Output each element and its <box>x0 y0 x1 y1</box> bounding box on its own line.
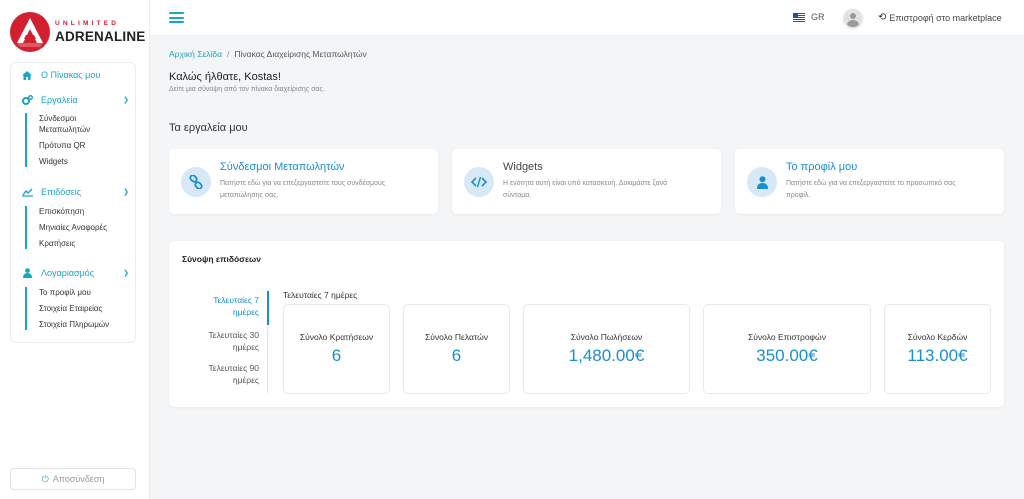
performance-summary-panel: Σύνοψη επιδόσεων Τελευταίες 7 ημέρες Τελ… <box>169 241 1004 407</box>
menu-toggle-icon[interactable] <box>169 12 184 23</box>
profile-icon <box>747 167 777 197</box>
stat-card-refunds: Σύνολο Επιστροφών 350.00€ <box>703 304 871 394</box>
user-icon <box>21 268 33 278</box>
stat-label: Σύνολο Πελατών <box>424 332 488 342</box>
stat-label: Σύνολο Κερδών <box>907 332 968 342</box>
stat-value: 1,480.00€ <box>568 346 645 365</box>
language-selector[interactable]: GR <box>793 12 825 22</box>
tool-card-title: Σύνδεσμοι Μεταπωλητών <box>220 161 345 173</box>
selected-period-label: Τελευταίες 7 ημέρες <box>283 290 358 300</box>
tool-card-description: Πατήστε εδώ για να επεξεργαστείτε τους σ… <box>220 180 386 199</box>
sidebar-item-my-profile[interactable]: Το προφίλ μου <box>39 287 109 298</box>
sidebar-section-performance-label: Επιδόσεις <box>41 187 82 197</box>
back-to-marketplace-label: Επιστροφή στο marketplace <box>889 12 1002 23</box>
sidebar-section-account-label: Λογαριασμός <box>41 268 95 278</box>
stat-card-customers: Σύνολο Πελατών 6 <box>403 304 510 394</box>
sidebar: UNLIMITED ADRENALINE Ο Πίνακας μου Εργαλ… <box>0 0 150 499</box>
stat-label: Σύνολο Πωλήσεων <box>570 332 643 342</box>
brand-bottom-text: ADRENALINE <box>55 29 146 44</box>
sidebar-item-home[interactable]: Ο Πίνακας μου <box>21 70 129 80</box>
sidebar-group-performance: Επισκόπηση Μηνιαίες Αναφορές Κρατήσεις <box>25 206 107 249</box>
page-subtitle: Δείτε μια σύνοψη από τον πίνακα διαχείρι… <box>169 86 325 93</box>
sidebar-item-bookings[interactable]: Κρατήσεις <box>39 238 107 249</box>
tool-card-title: Το προφίλ μου <box>786 161 858 173</box>
sidebar-item-company-details[interactable]: Στοιχεία Εταιρείας <box>39 303 109 314</box>
stat-label: Σύνολο Επιστροφών <box>748 332 826 342</box>
period-tab-7-days[interactable]: Τελευταίες 7 ημέρες <box>189 294 259 318</box>
stat-card-sales: Σύνολο Πωλήσεων 1,480.00€ <box>523 304 690 394</box>
summary-title: Σύνοψη επιδόσεων <box>182 254 261 264</box>
breadcrumb: Αρχική Σελίδα / Πίνακας Διαχείρισης Μεταπω… <box>169 49 367 59</box>
stat-card-profits: Σύνολο Κερδών 113.00€ <box>884 304 991 394</box>
sidebar-group-account: Το προφίλ μου Στοιχεία Εταιρείας Στοιχεί… <box>25 287 109 330</box>
stat-value: 113.00€ <box>907 346 968 365</box>
chart-icon <box>21 187 33 197</box>
brand-top-text: UNLIMITED <box>55 19 120 27</box>
cogs-icon <box>21 95 33 105</box>
sidebar-item-payment-details[interactable]: Στοιχεία Πληρωμών <box>39 319 109 330</box>
chevron-down-icon: ❯ <box>123 189 129 196</box>
logout-button[interactable]: ⏻ Αποσύνδεση <box>10 468 136 490</box>
link-icon <box>181 167 211 197</box>
sidebar-item-reseller-links[interactable]: Σύνδεσμοι Μεταπωλητών <box>39 113 99 135</box>
selected-period-indicator <box>267 291 269 325</box>
stat-value: 6 <box>331 346 342 365</box>
tool-card-widgets[interactable]: Widgets Η ενότητα αυτή είναι υπό κατασκε… <box>452 149 721 214</box>
home-icon <box>21 70 33 80</box>
sidebar-section-account[interactable]: Λογαριασμός ❯ <box>21 268 129 278</box>
sidebar-menu: Ο Πίνακας μου Εργαλεία ❯ Σύνδεσμοι Μεταπ… <box>10 62 136 343</box>
avatar[interactable] <box>844 9 862 27</box>
power-icon: ⏻ <box>41 473 49 484</box>
page-title: Καλώς ήλθατε, Kostas! <box>169 71 281 83</box>
topbar: GR ⟲ Επιστροφή στο marketplace <box>150 0 1024 36</box>
sidebar-group-tools: Σύνδεσμοι Μεταπωλητών Πρότυπα QR Widgets <box>25 113 99 167</box>
stat-value: 6 <box>451 346 462 365</box>
period-divider <box>267 325 268 393</box>
stat-value: 350.00€ <box>756 346 818 365</box>
logout-label: Αποσύνδεση <box>52 474 105 484</box>
sidebar-section-tools-label: Εργαλεία <box>41 95 78 105</box>
tool-card-description: Η ενότητα αυτή είναι υπό κατασκευή. Δοκι… <box>503 180 668 199</box>
breadcrumb-home-link[interactable]: Αρχική Σελίδα <box>169 49 222 59</box>
tool-card-reseller-links[interactable]: Σύνδεσμοι Μεταπωλητών Πατήστε εδώ για να… <box>169 149 438 214</box>
chevron-down-icon: ❯ <box>123 270 129 277</box>
back-to-marketplace-link[interactable]: ⟲ Επιστροφή στο marketplace <box>878 12 1002 23</box>
brand-mark-icon <box>10 12 50 52</box>
tool-card-title: Widgets <box>503 161 543 173</box>
sidebar-item-qr-templates[interactable]: Πρότυπα QR <box>39 140 99 151</box>
period-tab-90-days[interactable]: Τελευταίες 90 ημέρες <box>189 362 259 386</box>
language-label: GR <box>811 12 825 22</box>
sidebar-section-tools[interactable]: Εργαλεία ❯ <box>21 95 129 105</box>
sidebar-item-overview[interactable]: Επισκόπηση <box>39 206 107 217</box>
sidebar-section-performance[interactable]: Επιδόσεις ❯ <box>21 187 129 197</box>
tool-card-profile[interactable]: Το προφίλ μου Πατήστε εδώ για να επεξεργ… <box>735 149 1004 214</box>
brand-logo[interactable]: UNLIMITED ADRENALINE <box>10 10 145 54</box>
stat-card-bookings: Σύνολο Κρατήσεων 6 <box>283 304 390 394</box>
sidebar-item-home-label: Ο Πίνακας μου <box>41 70 101 80</box>
chevron-down-icon: ❯ <box>123 97 129 104</box>
greek-flag-icon <box>793 12 805 22</box>
period-tab-30-days[interactable]: Τελευταίες 30 ημέρες <box>189 329 259 353</box>
breadcrumb-separator: / <box>227 49 230 59</box>
tools-heading: Τα εργαλεία μου <box>169 122 248 134</box>
sidebar-item-monthly-reports[interactable]: Μηνιαίες Αναφορές <box>39 222 107 233</box>
breadcrumb-current: Πίνακας Διαχείρισης Μεταπωλητών <box>234 49 367 59</box>
stat-label: Σύνολο Κρατήσεων <box>299 332 374 342</box>
undo-icon: ⟲ <box>878 12 887 23</box>
tool-card-description: Πατήστε εδώ για να επεξεργαστείτε το προ… <box>786 180 956 199</box>
sidebar-item-widgets[interactable]: Widgets <box>39 156 99 167</box>
code-icon <box>464 167 494 197</box>
